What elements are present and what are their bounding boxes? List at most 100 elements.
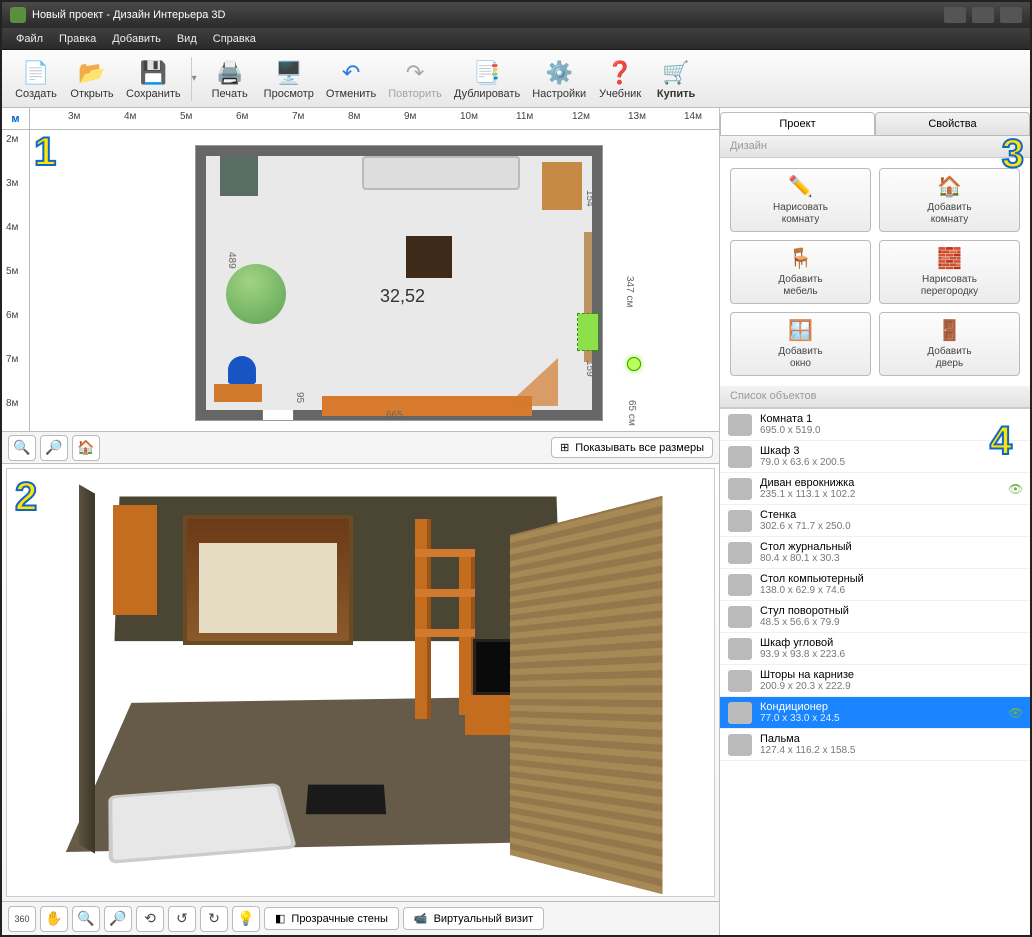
room-outline[interactable]: 32,52	[196, 146, 602, 420]
close-button[interactable]	[1000, 7, 1022, 23]
toolbar-печать-button[interactable]: 🖨️Печать	[202, 56, 258, 102]
scene-row[interactable]: Комната 1695.0 x 519.0	[720, 409, 1030, 441]
toolbar-сохранить-button[interactable]: 💾Сохранить	[120, 56, 187, 102]
title-bar: Новый проект - Дизайн Интерьера 3D	[2, 2, 1030, 28]
virtual-label: Виртуальный визит	[434, 913, 534, 925]
virtual-visit-button[interactable]: 📹 Виртуальный визит	[403, 907, 544, 930]
zoom-in-button[interactable]: 🔎	[40, 435, 68, 461]
action-перегородку-button[interactable]: 🧱Нарисоватьперегородку	[879, 240, 1020, 304]
scene-list[interactable]: 4 Комната 1695.0 x 519.0Шкаф 379.0 x 63.…	[720, 408, 1030, 935]
item-name: Шторы на карнизе	[760, 669, 1022, 681]
dimension-icon: ⊞	[560, 441, 569, 454]
transparent-walls-button[interactable]: ◧ Прозрачные стены	[264, 907, 399, 930]
dim-br-v: 159	[584, 360, 595, 377]
rotate-right-button[interactable]: ↻	[200, 906, 228, 932]
plant-item[interactable]	[226, 264, 286, 324]
sofa-item[interactable]	[362, 156, 520, 190]
menu-добавить[interactable]: Добавить	[104, 31, 169, 47]
zoom-out-button[interactable]: 🔍	[8, 435, 36, 461]
dim-door: 95	[294, 392, 305, 403]
selected-ac-item[interactable]	[578, 314, 598, 350]
toolbar-label: Создать	[15, 88, 57, 100]
toolbar-дублировать-button[interactable]: 📑Дублировать	[448, 56, 526, 102]
table-item[interactable]	[406, 236, 452, 278]
дверь-icon: 🚪	[935, 318, 965, 344]
light-button[interactable]: 💡	[232, 906, 260, 932]
visibility-icon[interactable]: 👁	[1008, 706, 1022, 720]
pan-button[interactable]: ✋	[40, 906, 68, 932]
wardrobe-item[interactable]	[542, 162, 582, 210]
chair-item[interactable]	[228, 356, 256, 384]
item-dims: 302.6 x 71.7 x 250.0	[760, 521, 1022, 532]
canvas-2d[interactable]: 1 32,52	[30, 130, 719, 431]
scene-row[interactable]: Шкаф угловой93.9 x 93.8 x 223.6	[720, 633, 1030, 665]
wall-icon: ◧	[275, 912, 285, 925]
window-3d	[183, 515, 353, 645]
wall-left-3d	[79, 484, 95, 853]
toolbar-создать-button[interactable]: 📄Создать	[8, 56, 64, 102]
canvas-3d[interactable]: 2	[6, 468, 715, 897]
action-дверь-button[interactable]: 🚪Добавитьдверь	[879, 312, 1020, 376]
scene-row[interactable]: Кондиционер77.0 x 33.0 x 24.5👁	[720, 697, 1030, 729]
tabs: Проект Свойства	[720, 108, 1030, 136]
toolbar-label: Настройки	[532, 88, 586, 100]
toolbar-повторить-button[interactable]: ↷Повторить	[382, 56, 448, 102]
zoom-in-3d-button[interactable]: 🔎	[104, 906, 132, 932]
scene-row[interactable]: Стол журнальный80.4 x 80.1 x 30.3	[720, 537, 1030, 569]
zoom-out-3d-button[interactable]: 🔍	[72, 906, 100, 932]
menu-вид[interactable]: Вид	[169, 31, 205, 47]
комнату-icon: ✏️	[786, 174, 816, 200]
room-area-label: 32,52	[380, 286, 425, 307]
item-dims: 235.1 x 113.1 x 102.2	[760, 489, 1000, 500]
rotate-left-button[interactable]: ↺	[168, 906, 196, 932]
item-thumb	[728, 606, 752, 628]
scene-row[interactable]: Шкаф 379.0 x 63.6 x 200.5	[720, 441, 1030, 473]
visibility-icon[interactable]: 👁	[1008, 482, 1022, 496]
item-dims: 48.5 x 56.6 x 79.9	[760, 617, 1022, 628]
item-name: Стул поворотный	[760, 605, 1022, 617]
home-button[interactable]: 🏠	[72, 435, 100, 461]
action-комнату-button[interactable]: ✏️Нарисоватькомнату	[730, 168, 871, 232]
toolbar-label: Печать	[212, 88, 248, 100]
tab-project[interactable]: Проект	[720, 112, 875, 135]
toolbar-просмотр-button[interactable]: 🖥️Просмотр	[258, 56, 320, 102]
wall-right-3d	[510, 496, 662, 894]
door-item[interactable]	[262, 410, 294, 420]
action-label: Нарисоватьперегородку	[921, 274, 978, 298]
toolbar-купить-button[interactable]: 🛒Купить	[648, 56, 704, 102]
shelf-item[interactable]	[220, 156, 258, 196]
rotate-360-button[interactable]: 360	[8, 906, 36, 932]
item-name: Стол журнальный	[760, 541, 1022, 553]
toolbar-открыть-button[interactable]: 📂Открыть	[64, 56, 120, 102]
toolbar-label: Отменить	[326, 88, 376, 100]
toolbar-настройки-button[interactable]: ⚙️Настройки	[526, 56, 592, 102]
action-окно-button[interactable]: 🪟Добавитьокно	[730, 312, 871, 376]
minimize-button[interactable]	[944, 7, 966, 23]
wardrobe-3d	[113, 505, 157, 615]
desk-item[interactable]	[214, 384, 262, 402]
scene-row[interactable]: Шторы на карнизе200.9 x 20.3 x 222.9	[720, 665, 1030, 697]
maximize-button[interactable]	[972, 7, 994, 23]
scene-row[interactable]: Стул поворотный48.5 x 56.6 x 79.9	[720, 601, 1030, 633]
selection-handle[interactable]	[627, 357, 641, 371]
menu-справка[interactable]: Справка	[205, 31, 264, 47]
scene-row[interactable]: Пальма127.4 x 116.2 x 158.5	[720, 729, 1030, 761]
menu-файл[interactable]: Файл	[8, 31, 51, 47]
toolbar-отменить-button[interactable]: ↶Отменить	[320, 56, 382, 102]
scene-row[interactable]: Стенка302.6 x 71.7 x 250.0	[720, 505, 1030, 537]
окно-icon: 🪟	[786, 318, 816, 344]
dim-top: 582	[390, 148, 407, 159]
action-комнату-button[interactable]: 🏠Добавитькомнату	[879, 168, 1020, 232]
scene-row[interactable]: Диван еврокнижка235.1 x 113.1 x 102.2👁	[720, 473, 1030, 505]
item-thumb	[728, 638, 752, 660]
menu-правка[interactable]: Правка	[51, 31, 104, 47]
marker-4: 4	[990, 419, 1012, 464]
reset-view-button[interactable]: ⟲	[136, 906, 164, 932]
scene-row[interactable]: Стол компьютерный138.0 x 62.9 x 74.6	[720, 569, 1030, 601]
sofa-bottom-item[interactable]	[322, 396, 532, 416]
toolbar-label: Повторить	[388, 88, 442, 100]
toolbar-учебник-button[interactable]: ❓Учебник	[592, 56, 648, 102]
item-dims: 127.4 x 116.2 x 158.5	[760, 745, 1022, 756]
action-мебель-button[interactable]: 🪑Добавитьмебель	[730, 240, 871, 304]
show-dimensions-button[interactable]: ⊞ Показывать все размеры	[551, 437, 713, 458]
